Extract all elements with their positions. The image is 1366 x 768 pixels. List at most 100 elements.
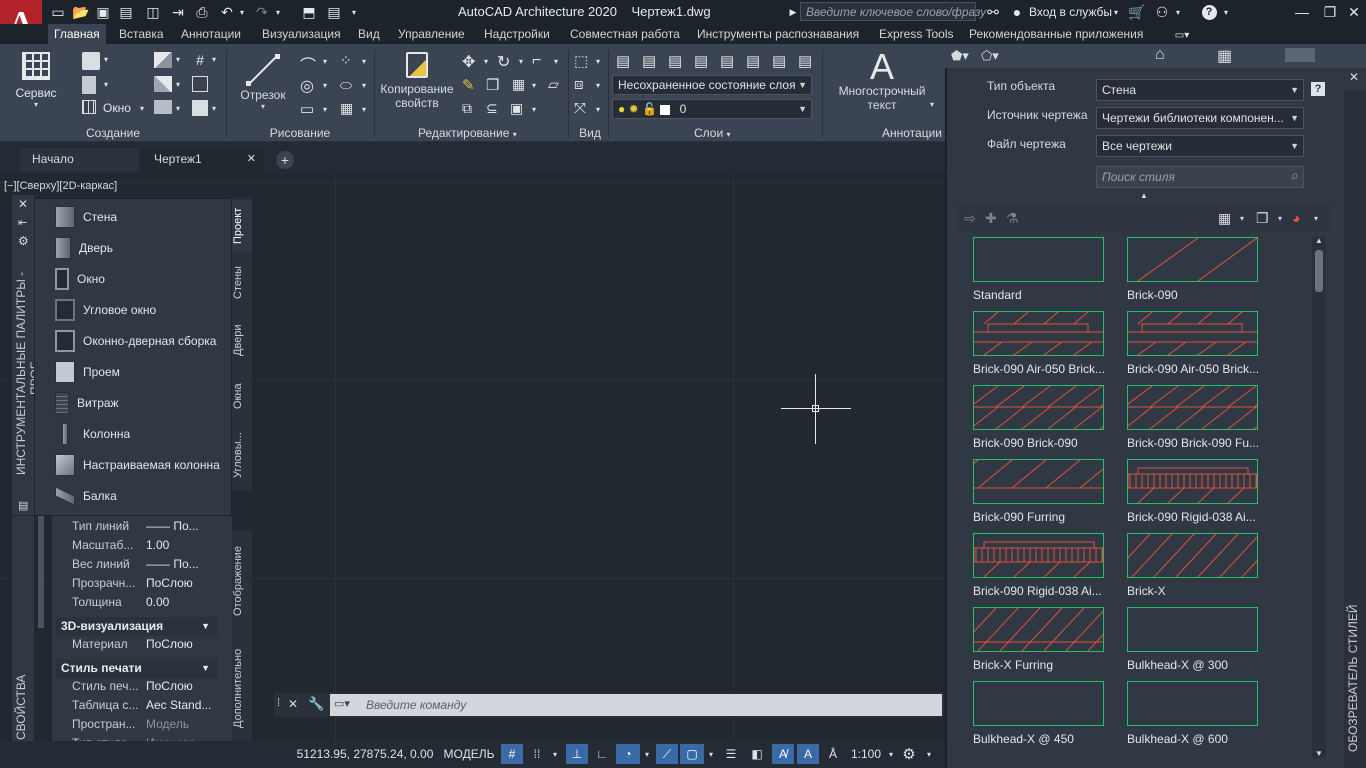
polar-icon[interactable]: ◔ (616, 744, 640, 764)
tool-corner-window[interactable]: Угловое окно (35, 296, 231, 324)
circle-icon[interactable]: ◎ (300, 76, 314, 96)
ribbon-toggle-icon[interactable]: ▭▾ (1172, 26, 1192, 44)
tool-opening[interactable]: Проем (35, 358, 231, 386)
infer-icon[interactable]: ⊥ (566, 744, 588, 764)
open-file-icon[interactable]: 📂 (72, 3, 90, 21)
tab-close-icon[interactable]: ✕ (247, 148, 256, 170)
window-grid-icon[interactable] (82, 100, 96, 114)
login-link[interactable]: Вход в службы (1029, 5, 1112, 19)
new-tab-button[interactable]: + (276, 151, 294, 169)
layer-props-icon[interactable]: ▤ (616, 52, 630, 70)
grid-toggle-icon[interactable]: # (501, 744, 523, 764)
properties-title[interactable]: СВОЙСТВА (14, 675, 28, 740)
copy-icon[interactable]: ❐ (486, 76, 499, 94)
edit-group-header[interactable]: Редактирование ▾ (418, 126, 517, 140)
prop-row[interactable]: Тип линий —— По... (72, 519, 218, 538)
section-print-style[interactable]: Стиль печати ▼ (56, 659, 218, 678)
tab-render[interactable]: Визуализация (256, 24, 347, 44)
wall-tool-icon[interactable] (154, 52, 172, 68)
annotation-scale-icon[interactable]: Å (822, 744, 844, 764)
lineweight-icon[interactable]: ☰ (720, 744, 742, 764)
tab-extended[interactable]: Дополнительно (232, 636, 252, 740)
snap-dropdown-icon[interactable]: ▾ (550, 744, 560, 764)
tab-manage[interactable]: Управление (392, 24, 471, 44)
style-swatch[interactable] (973, 607, 1104, 652)
style-swatch[interactable] (1127, 237, 1258, 282)
layer-tool2-icon[interactable]: ▤ (642, 52, 656, 70)
style-swatch[interactable] (973, 533, 1104, 578)
purge-style-icon[interactable]: ⚗ (1006, 210, 1019, 227)
layer-tool3-icon[interactable]: ▤ (668, 52, 682, 70)
rotate-icon[interactable]: ↻ (497, 52, 510, 72)
grid-tool-icon[interactable]: # (192, 52, 208, 68)
view-cube-icon[interactable]: ⬚ (574, 52, 588, 70)
cart-icon[interactable]: 🛒 (1128, 3, 1145, 21)
command-input[interactable]: ▭▾ Введите команду (330, 694, 942, 716)
style-swatch[interactable] (973, 681, 1104, 726)
point-icon[interactable]: ⁘ (340, 52, 352, 69)
style-search-input[interactable]: Поиск стиля ⌕ (1096, 166, 1304, 188)
hatch-icon[interactable]: ▦ (340, 100, 353, 117)
web-save-icon[interactable]: ◫ (145, 3, 161, 21)
prop-row[interactable]: Вес линий —— По... (72, 557, 218, 576)
new-file-icon[interactable]: ▭ (50, 3, 66, 21)
style-swatch[interactable] (1127, 311, 1258, 356)
viewport-controls[interactable]: [−][Сверху][2D-каркас] (4, 180, 117, 192)
ellipse-icon[interactable]: ⬭ (340, 77, 352, 94)
layer-select[interactable]: ● ✹ 🔓 0 ▼ (612, 99, 812, 119)
service-button[interactable]: Сервис ▾ (8, 50, 64, 120)
prop-row[interactable]: Масштаб... 1.00 (72, 538, 218, 557)
coordinates-readout[interactable]: 51213.95, 27875.24, 0.00 (290, 744, 440, 764)
tab-express-tools[interactable]: Express Tools (873, 24, 959, 44)
box-dropdown-icon[interactable]: ▾ (104, 55, 108, 64)
tab-annotate[interactable]: Аннотации (175, 24, 247, 44)
tool-curtain-wall[interactable]: Витраж (35, 389, 231, 417)
workspace-dropdown-icon[interactable]: ▾ (924, 744, 934, 764)
styles-browser-title[interactable]: ОБОЗРЕВАТЕЛЬ СТИЛЕЙ (1346, 598, 1360, 758)
tab-home[interactable]: Главная (48, 24, 106, 44)
styles-browser-close-icon[interactable]: ✕ (1349, 70, 1359, 84)
tab-display[interactable]: Отображение (232, 532, 252, 630)
tool-palette-close-icon[interactable]: ✕ (18, 197, 28, 211)
redo-dropdown-icon[interactable]: ▾ (274, 3, 282, 21)
circle-dropdown-icon[interactable]: ▾ (323, 81, 327, 90)
tab-insert[interactable]: Вставка (113, 24, 170, 44)
array-dropdown-icon[interactable]: ▾ (532, 81, 536, 90)
tab-doors[interactable]: Двери (232, 312, 252, 368)
rotate-dropdown-icon[interactable]: ▾ (519, 57, 523, 66)
restore-icon[interactable]: ❐ (1318, 3, 1342, 21)
save-icon[interactable]: ▣ (95, 3, 111, 21)
section-3d-visualization[interactable]: 3D-визуализация ▼ (56, 617, 218, 636)
tool-custom-column[interactable]: Настраиваемая колонна (35, 451, 231, 479)
render-mode-dropdown-icon[interactable]: ▾ (1314, 214, 1318, 223)
layer-tool6-icon[interactable]: ▤ (746, 52, 760, 70)
cube-dropdown-icon[interactable]: ▾ (212, 104, 216, 113)
rectangle-dropdown-icon[interactable]: ▾ (323, 105, 327, 114)
tab-view[interactable]: Вид (352, 24, 386, 44)
layer-tool5-icon[interactable]: ▤ (720, 52, 734, 70)
a360-dropdown-icon[interactable]: ▾ (1174, 3, 1182, 21)
move-icon[interactable]: ✥ (462, 52, 475, 72)
layer-tool4-icon[interactable]: ▤ (694, 52, 708, 70)
annotation-visibility-icon[interactable]: A̸ (772, 744, 794, 764)
help-dropdown-icon[interactable]: ▾ (1222, 3, 1230, 21)
import-style-icon[interactable]: ⇨ (964, 210, 976, 227)
command-customize-icon[interactable]: 🔧 (308, 696, 324, 712)
drawing-source-select[interactable]: Чертежи библиотеки компонен... ▼ (1096, 107, 1304, 129)
tab-collaborate[interactable]: Совместная работа (564, 24, 686, 44)
ellipse-dropdown-icon[interactable]: ▾ (362, 81, 366, 90)
minimize-icon[interactable]: — (1290, 3, 1314, 21)
prop-row[interactable]: Материал ПоСлою (72, 637, 218, 656)
window-label[interactable]: Окно (103, 101, 131, 115)
mtext-button[interactable]: A Многострочный текст (832, 49, 932, 120)
workspace-settings-icon[interactable]: ⚙ (898, 744, 920, 764)
style-swatch[interactable] (1127, 385, 1258, 430)
a360-icon[interactable]: ⚇ (1154, 3, 1170, 21)
style-swatch[interactable] (973, 459, 1104, 504)
search-expand-icon[interactable]: ▶ (788, 3, 798, 21)
tool-column[interactable]: Колонна (35, 420, 231, 448)
layer-tool7-icon[interactable]: ▤ (772, 52, 786, 70)
qat-dropdown-icon[interactable]: ▾ (350, 3, 358, 21)
drawing-file-select[interactable]: Все чертежи ▼ (1096, 135, 1304, 157)
properties-scroll[interactable] (38, 516, 44, 628)
